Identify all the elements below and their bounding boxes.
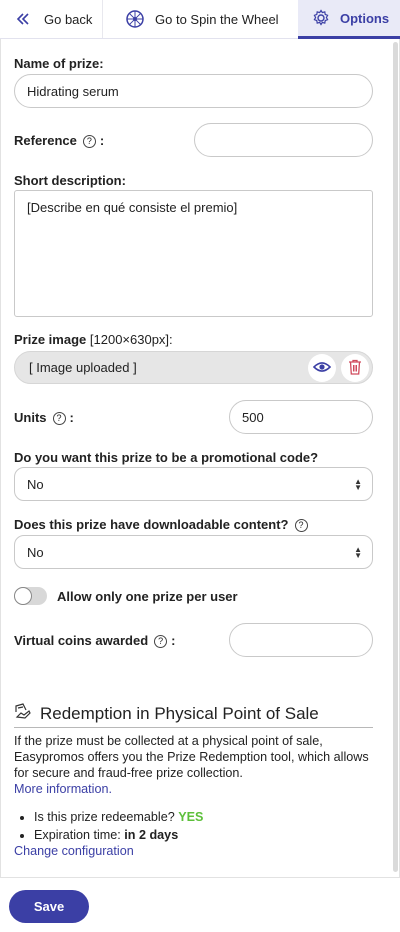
units-colon: : (69, 410, 74, 425)
redeemable-label: Is this prize redeemable? (34, 810, 175, 824)
gear-icon (312, 9, 330, 27)
help-icon[interactable]: ? (82, 135, 96, 149)
prize-image-status: [ Image uploaded ] (29, 360, 137, 375)
one-prize-per-user-label: Allow only one prize per user (57, 589, 238, 604)
redemption-title-text: Redemption in Physical Point of Sale (40, 703, 319, 723)
units-input[interactable]: 500 (229, 400, 373, 434)
redemption-description: If the prize must be collected at a phys… (14, 733, 376, 797)
help-icon[interactable]: ? (52, 412, 66, 426)
redemption-description-text: If the prize must be collected at a phys… (14, 734, 369, 780)
downloadable-label: Does this prize have downloadable conten… (14, 517, 312, 533)
prize-image-label-text: Prize image (14, 332, 87, 347)
prize-image-label: Prize image [1200×630px]: (14, 332, 173, 347)
reference-label: Reference?: (14, 133, 105, 149)
toggle-knob (14, 587, 32, 605)
trash-icon (348, 359, 362, 378)
view-image-button[interactable] (308, 354, 336, 382)
virtual-coins-label: Virtual coins awarded?: (14, 633, 176, 649)
downloadable-value: No (27, 544, 44, 560)
scrollbar[interactable] (393, 42, 398, 872)
reference-label-text: Reference (14, 133, 77, 148)
downloadable-label-text: Does this prize have downloadable conten… (14, 517, 289, 532)
short-description-label: Short description: (14, 173, 126, 188)
help-icon[interactable]: ? (154, 635, 168, 649)
options-label: Options (340, 10, 390, 26)
wheel-icon (125, 9, 145, 29)
go-to-wheel-tab[interactable]: Go to Spin the Wheel (102, 0, 298, 38)
units-label-text: Units (14, 410, 47, 425)
options-tab[interactable]: Options (298, 0, 400, 39)
go-to-wheel-label: Go to Spin the Wheel (155, 11, 279, 27)
hand-ticket-icon (14, 703, 32, 724)
eye-icon (312, 361, 332, 376)
virtual-coins-input[interactable] (229, 623, 373, 657)
double-chevron-left-icon (16, 12, 30, 26)
one-prize-per-user-toggle[interactable] (14, 587, 47, 605)
prize-name-value: Hidrating serum (27, 83, 119, 99)
short-description-textarea[interactable]: [Describe en qué consiste el premio] (14, 190, 373, 317)
prize-image-field: [ Image uploaded ] (14, 351, 373, 384)
save-button[interactable]: Save (9, 890, 89, 923)
promo-code-value: No (27, 476, 44, 492)
redemption-status-list: Is this prize redeemable? YES Expiration… (34, 808, 203, 844)
select-caret-icon: ▲ ▼ (354, 477, 362, 492)
footer-bar: Save (0, 877, 400, 932)
expiration-item: Expiration time: in 2 days (34, 826, 203, 844)
prize-name-label: Name of prize: (14, 56, 104, 71)
redemption-section-title: Redemption in Physical Point of Sale (14, 700, 373, 728)
units-value: 500 (242, 409, 264, 425)
reference-colon: : (99, 133, 105, 148)
redeemable-item: Is this prize redeemable? YES (34, 808, 203, 826)
go-back-label: Go back (44, 11, 93, 27)
reference-input[interactable] (194, 123, 373, 157)
top-tab-bar: Go back Go to Spin the Wheel Options (0, 0, 400, 39)
virtual-coins-label-text: Virtual coins awarded (14, 633, 149, 648)
change-configuration-link[interactable]: Change configuration (14, 844, 134, 858)
prize-image-size-hint: [1200×630px]: (89, 332, 173, 347)
expiration-label: Expiration time: (34, 828, 121, 842)
short-description-value: [Describe en qué consiste el premio] (27, 200, 238, 215)
expiration-value: in 2 days (124, 828, 179, 842)
promo-code-label: Do you want this prize to be a promotion… (14, 450, 319, 465)
redeemable-value: YES (178, 810, 204, 824)
downloadable-select[interactable]: No ▲ ▼ (14, 535, 373, 569)
go-back-tab[interactable]: Go back (0, 0, 102, 38)
select-caret-icon: ▲ ▼ (354, 545, 362, 560)
promo-code-select[interactable]: No ▲ ▼ (14, 467, 373, 501)
help-icon[interactable]: ? (294, 519, 308, 533)
virtual-coins-colon: : (171, 633, 176, 648)
more-information-link[interactable]: More information. (14, 782, 112, 796)
units-label: Units?: (14, 410, 74, 426)
delete-image-button[interactable] (341, 354, 369, 382)
prize-name-input[interactable]: Hidrating serum (14, 74, 373, 108)
